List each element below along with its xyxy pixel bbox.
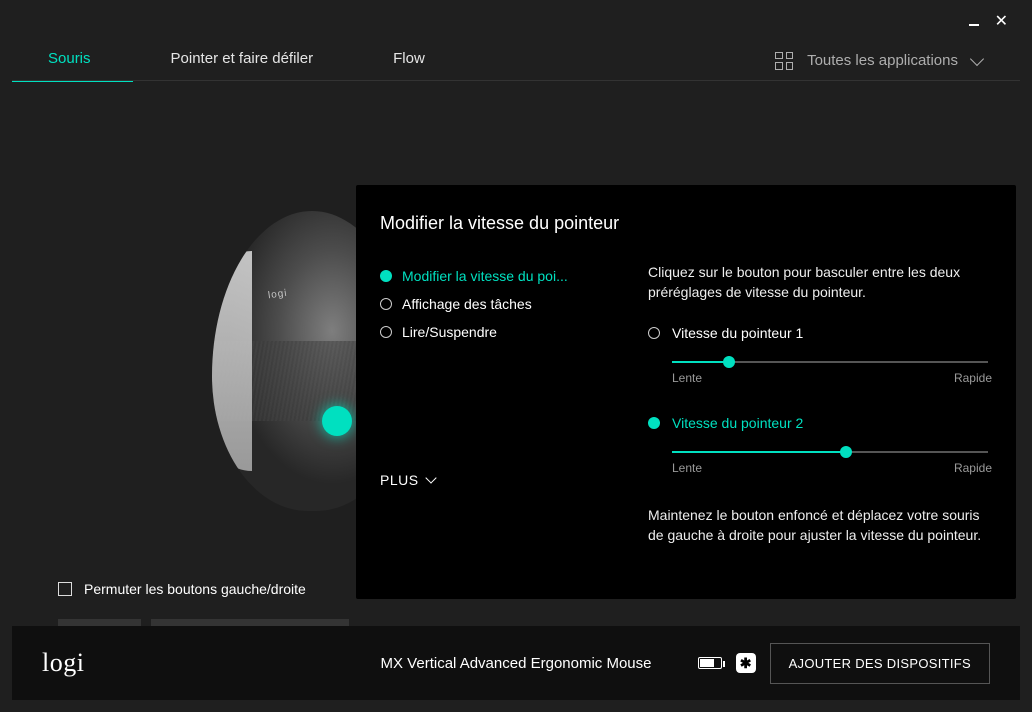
action-list: Modifier la vitesse du poi... Affichage …	[380, 262, 624, 545]
battery-icon	[698, 657, 722, 669]
swap-buttons-checkbox[interactable]: Permuter les boutons gauche/droite	[58, 581, 349, 597]
mouse-button-hotspot[interactable]	[322, 406, 352, 436]
action-label: Modifier la vitesse du poi...	[402, 268, 568, 284]
settings-description: Cliquez sur le bouton pour basculer entr…	[648, 262, 992, 303]
slider-slow-label: Lente	[672, 461, 702, 475]
checkbox-icon	[58, 582, 72, 596]
chevron-down-icon	[970, 51, 984, 65]
radio-filled-icon	[380, 270, 392, 282]
slider-thumb[interactable]	[840, 446, 852, 458]
settings-panel: Modifier la vitesse du pointeur Modifier…	[356, 185, 1016, 599]
action-pointer-speed[interactable]: Modifier la vitesse du poi...	[380, 262, 624, 290]
tab-point-scroll[interactable]: Pointer et faire défiler	[171, 40, 314, 81]
close-icon[interactable]: ✕	[995, 14, 1008, 30]
app-window: ✕ Souris Pointer et faire défiler Flow T…	[0, 0, 1032, 712]
settings-hint: Maintenez le bouton enfoncé et déplacez …	[648, 505, 992, 546]
topbar: Souris Pointer et faire défiler Flow Tou…	[12, 40, 1020, 81]
expand-actions[interactable]: PLUS	[380, 472, 624, 488]
chevron-down-icon	[425, 472, 436, 483]
swap-label: Permuter les boutons gauche/droite	[84, 581, 306, 597]
speed2-slider-block: Lente Rapide	[648, 451, 992, 475]
slider-thumb[interactable]	[723, 356, 735, 368]
tabs: Souris Pointer et faire défiler Flow	[48, 40, 505, 81]
speed2-slider[interactable]	[672, 451, 988, 453]
action-task-view[interactable]: Affichage des tâches	[380, 290, 624, 318]
action-label: Affichage des tâches	[402, 296, 532, 312]
pointer-speed-2-row[interactable]: Vitesse du pointeur 2	[648, 415, 992, 431]
slider-slow-label: Lente	[672, 371, 702, 385]
slider-fast-label: Rapide	[954, 371, 992, 385]
radio-empty-icon	[380, 298, 392, 310]
tab-flow[interactable]: Flow	[393, 40, 425, 81]
window-controls: ✕	[969, 14, 1008, 30]
app-switcher[interactable]: Toutes les applications	[775, 52, 982, 70]
device-name: MX Vertical Advanced Ergonomic Mouse	[381, 655, 652, 672]
speed1-slider[interactable]	[672, 361, 988, 363]
action-play-pause[interactable]: Lire/Suspendre	[380, 318, 624, 346]
pointer-speed-1-row[interactable]: Vitesse du pointeur 1	[648, 325, 992, 341]
speed1-slider-block: Lente Rapide	[648, 361, 992, 385]
action-label: Lire/Suspendre	[402, 324, 497, 340]
tab-mouse[interactable]: Souris	[48, 40, 91, 81]
settings-column: Cliquez sur le bouton pour basculer entr…	[648, 262, 992, 545]
speed1-label: Vitesse du pointeur 1	[672, 325, 803, 341]
footer: logi MX Vertical Advanced Ergonomic Mous…	[12, 626, 1020, 700]
radio-filled-icon	[648, 417, 660, 429]
receiver-icon[interactable]: ✱	[736, 653, 756, 673]
app-switcher-label: Toutes les applications	[807, 52, 958, 69]
expand-label: PLUS	[380, 472, 419, 488]
minimize-icon[interactable]	[969, 24, 979, 26]
radio-empty-icon	[648, 327, 660, 339]
logo: logi	[42, 648, 84, 678]
panel-title: Modifier la vitesse du pointeur	[380, 213, 992, 234]
add-device-button[interactable]: AJOUTER DES DISPOSITIFS	[770, 643, 990, 684]
speed2-label: Vitesse du pointeur 2	[672, 415, 803, 431]
device-brand-text: logi	[267, 288, 288, 302]
grid-icon	[775, 52, 793, 70]
slider-fast-label: Rapide	[954, 461, 992, 475]
radio-empty-icon	[380, 326, 392, 338]
